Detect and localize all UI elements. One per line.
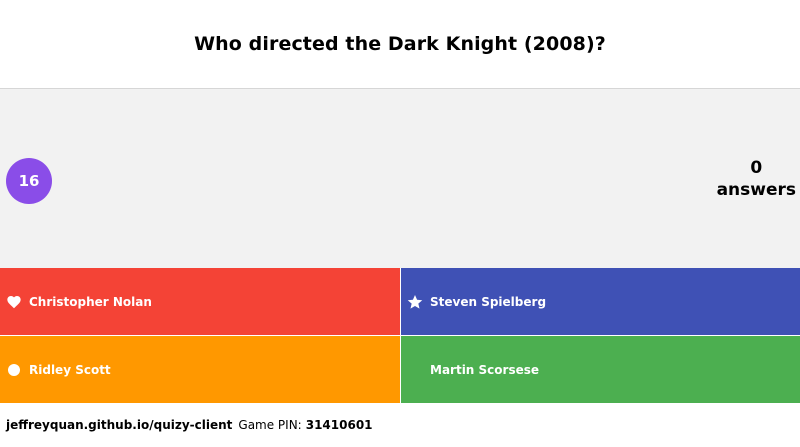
answer-option-2[interactable]: Steven Spielberg [401,268,800,335]
answer-counter: 0 answers [717,157,796,201]
timer-value: 16 [18,172,40,190]
game-pin-value: 31410601 [305,418,373,432]
answer-count-label: answers [716,180,796,200]
answer-option-4[interactable]: Martin Scorsese [401,336,800,403]
site-url: jeffreyquan.github.io/quizy-client [6,418,233,432]
moon-icon [406,361,424,379]
heart-icon [5,293,23,311]
question-title: Who directed the Dark Knight (2008)? [194,33,606,55]
answer-count-number: 0 [750,158,763,178]
answer-grid: Christopher Nolan Steven Spielberg Ridle… [0,268,800,403]
answer-option-3[interactable]: Ridley Scott [0,336,400,403]
star-icon [406,293,424,311]
game-pin-label: Game PIN: [238,418,302,432]
answer-label: Martin Scorsese [430,362,540,377]
question-stage: 16 0 answers [0,89,800,269]
question-header: Who directed the Dark Knight (2008)? [0,0,800,89]
answer-option-1[interactable]: Christopher Nolan [0,268,400,335]
footer-bar: jeffreyquan.github.io/quizy-client Game … [0,403,800,447]
answer-label: Ridley Scott [29,362,111,377]
countdown-timer: 16 [6,158,52,204]
answer-label: Christopher Nolan [29,294,152,309]
circle-icon [5,361,23,379]
answer-label: Steven Spielberg [430,294,547,309]
